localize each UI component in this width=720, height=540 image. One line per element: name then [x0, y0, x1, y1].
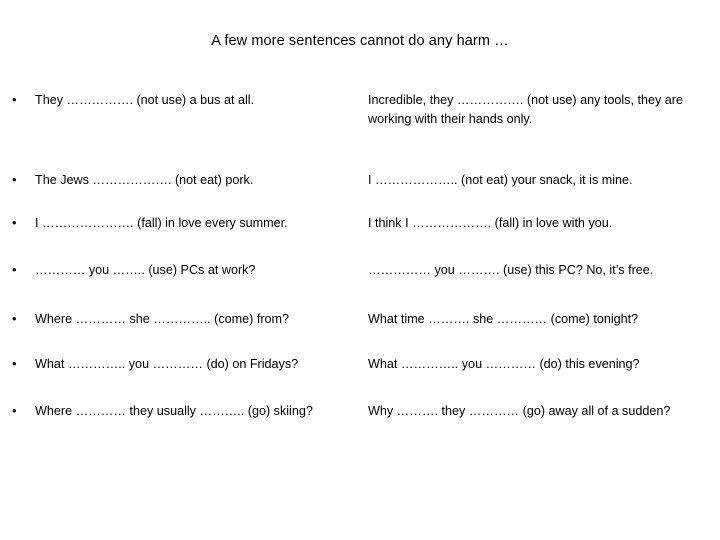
exercise-left-text: They ……………. (not use) a bus at all.	[35, 93, 255, 107]
exercise-right-text: Incredible, they ……………. (not use) any to…	[368, 93, 683, 126]
bullet-icon: •	[12, 215, 17, 230]
list-item: • ………… you …….. (use) PCs at work? ………………	[0, 261, 720, 310]
exercise-right-text: …………… you ………. (use) this PC? No, it’s f…	[368, 263, 654, 277]
exercise-left-text: Where ………… they usually ……….. (go) skiin…	[35, 404, 313, 418]
bullet-icon: •	[12, 311, 17, 326]
exercise-right-text: I think I ………………. (fall) in love with yo…	[368, 216, 613, 230]
exercise-left-text: Where ………… she ………….. (come) from?	[35, 312, 290, 326]
list-item: • They ……………. (not use) a bus at all. In…	[0, 91, 720, 171]
exercise-left-text: What ………….. you ………… (do) on Fridays?	[35, 357, 299, 371]
bullet-icon: •	[12, 262, 17, 277]
exercise-left-text: ………… you …….. (use) PCs at work?	[35, 263, 256, 277]
list-item: • Where ………… she ………….. (come) from? Wha…	[0, 310, 720, 355]
exercise-right-text: Why ………. they ………… (go) away all of a su…	[368, 404, 671, 418]
list-item: • The Jews ………………. (not eat) pork. I …………	[0, 171, 720, 214]
page-title: A few more sentences cannot do any harm …	[211, 33, 509, 49]
slide-canvas: A few more sentences cannot do any harm …	[0, 0, 720, 540]
exercise-left-text: The Jews ………………. (not eat) pork.	[35, 173, 254, 187]
bullet-icon: •	[12, 356, 17, 371]
exercise-right-text: What time ………. she ………… (come) tonight?	[368, 312, 639, 326]
exercise-right-text: What ………….. you ………… (do) this evening?	[368, 357, 640, 371]
exercise-right-text: I ……………….. (not eat) your snack, it is m…	[368, 173, 633, 187]
bullet-icon: •	[12, 172, 17, 187]
bullet-icon: •	[12, 92, 17, 107]
exercise-left-text: I …………………. (fall) in love every summer.	[35, 216, 288, 230]
list-item: • What ………….. you ………… (do) on Fridays? …	[0, 355, 720, 402]
list-item: • Where ………… they usually ……….. (go) ski…	[0, 402, 720, 452]
list-item: • I …………………. (fall) in love every summer…	[0, 214, 720, 261]
exercise-list: • They ……………. (not use) a bus at all. In…	[0, 91, 720, 452]
bullet-icon: •	[12, 403, 17, 418]
